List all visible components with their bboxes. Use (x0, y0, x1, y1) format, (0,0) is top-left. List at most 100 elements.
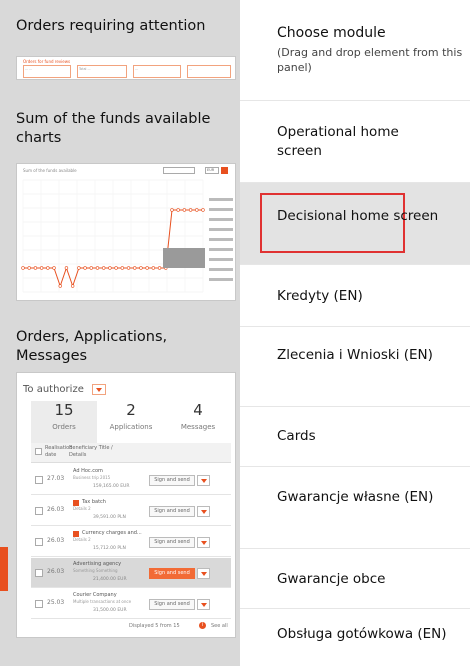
data-point (101, 266, 106, 270)
section-title-orders-attention: Orders requiring attention (16, 18, 206, 34)
thumb-cell: Total ... (77, 65, 127, 78)
module-gwarancje-wlasne[interactable]: Gwarancje własne (EN) (240, 466, 470, 548)
row-title: Tax batch (82, 499, 106, 505)
row-subtitle: Something Something (73, 568, 118, 573)
data-point (120, 266, 125, 270)
row-date: 26.03 (47, 506, 65, 513)
filter-label: To authorize (23, 384, 84, 395)
data-point (114, 266, 118, 270)
data-point (188, 208, 193, 212)
see-all-link: See all (211, 623, 228, 629)
row-subtitle: Details 2 (73, 537, 91, 542)
tab-applications: 2 Applications (98, 401, 164, 443)
thumb-cell: ... (133, 65, 181, 78)
tab-messages: 4 Messages (165, 401, 231, 443)
module-label: Obsługa gotówkowa (EN) (277, 626, 447, 642)
table-row: 27.03 Ad Hoc.com Business trip 2015 159,… (31, 465, 231, 495)
row-amount: 39,591.00 PLN (93, 515, 126, 520)
chevron-down-icon (197, 506, 210, 517)
data-point (77, 266, 81, 270)
data-point (64, 266, 69, 270)
tab-orders: 15 Orders (31, 401, 97, 443)
checkbox (35, 507, 43, 515)
module-label: Gwarancje obce (277, 571, 386, 587)
data-point (133, 266, 137, 270)
sign-and-send-button: Sign and send (149, 537, 195, 548)
row-subtitle: Business trip 2015 (73, 475, 111, 480)
data-point (58, 284, 62, 288)
module-label: Operational home screen (277, 124, 399, 159)
data-point (170, 208, 174, 212)
module-obsluga-gotowkowa[interactable]: Obsługa gotówkowa (EN) (240, 608, 470, 666)
module-decisional-home-screen[interactable]: Decisional home screen (240, 182, 470, 264)
data-point (52, 266, 56, 270)
legend-entry (209, 208, 233, 211)
table-row: 25.03 Courier Company Multiple transacti… (31, 589, 231, 619)
data-point (46, 266, 50, 270)
row-amount: 15,712.00 PLN (93, 546, 126, 551)
chevron-down-icon (197, 568, 210, 579)
legend-entry (209, 278, 233, 281)
module-operational-home-screen[interactable]: Operational home screen (240, 100, 470, 182)
module-cards[interactable]: Cards (240, 406, 470, 466)
legend-entry (209, 268, 233, 271)
checkbox (35, 569, 43, 577)
checkbox (35, 600, 43, 608)
tab-count: 4 (193, 401, 203, 419)
row-amount: 31,500.00 EUR (93, 608, 127, 613)
checkbox (35, 448, 42, 455)
chevron-down-icon (197, 599, 210, 610)
tabs: 15 Orders 2 Applications 4 Messages (31, 401, 231, 443)
legend-entry (209, 218, 233, 221)
info-icon: i (199, 622, 206, 629)
tab-label: Orders (52, 423, 76, 431)
sign-and-send-button: Sign and send (149, 599, 195, 610)
thumb-cell: ... (187, 65, 231, 78)
row-title: Ad Hoc.com (73, 468, 103, 474)
data-point (21, 266, 25, 270)
legend-entry (209, 238, 233, 241)
data-point (27, 266, 31, 270)
table-row-highlighted: 26.03 Advertising agency Something Somet… (31, 558, 231, 588)
module-chooser-subtitle: (Drag and drop element from this panel) (277, 46, 463, 74)
legend-entry (209, 258, 233, 261)
data-point (33, 266, 38, 270)
module-zlecenia-i-wnioski[interactable]: Zlecenia i Wnioski (EN) (240, 326, 470, 406)
module-label: Decisional home screen (277, 208, 439, 224)
legend-entry (209, 228, 233, 231)
thumb-cell: ... ... (23, 65, 71, 78)
header-title: Beneficiary Title / Details (69, 445, 113, 458)
table-row: 26.03 Tax batch Details 2 39,591.00 PLN … (31, 496, 231, 526)
data-point (139, 266, 143, 270)
section-title-funds-charts: Sum of the funds available charts (16, 111, 211, 146)
data-point (195, 208, 199, 212)
tab-label: Messages (180, 423, 216, 431)
funds-chart-thumbnail[interactable]: Sum of the funds available EUR (16, 163, 236, 301)
table-footer: Displayed 5 from 15 i See all (31, 619, 231, 633)
data-point (182, 208, 187, 212)
row-date: 26.03 (47, 537, 65, 544)
module-gwarancje-obce[interactable]: Gwarancje obce (240, 548, 470, 608)
widget-panel: Orders requiring attention Orders for fu… (0, 0, 240, 666)
header-date: Realisation date (45, 445, 73, 458)
orders-apps-messages-thumbnail[interactable]: To authorize 15 Orders 2 Applications 4 … (16, 372, 236, 638)
checkbox (35, 538, 43, 546)
module-chooser-title: Choose module (277, 25, 386, 41)
tab-count: 2 (126, 401, 136, 419)
orders-attention-thumbnail[interactable]: Orders for fund reviews ... ... Total ..… (16, 56, 236, 80)
legend-entry (209, 248, 233, 251)
chevron-down-icon (197, 537, 210, 548)
row-date: 26.03 (47, 568, 65, 575)
module-label: Zlecenia i Wnioski (EN) (277, 347, 433, 363)
row-date: 27.03 (47, 475, 65, 482)
module-kredyty[interactable]: Kredyty (EN) (240, 264, 470, 326)
row-amount: 159,165.00 EUR (93, 484, 130, 489)
section-title-orders-apps-messages: Orders, Applications, Messages (16, 329, 168, 364)
module-chooser: Choose module (Drag and drop element fro… (240, 0, 470, 666)
chevron-down-icon (197, 475, 210, 486)
tab-count: 15 (54, 401, 74, 419)
data-point (145, 266, 149, 270)
data-point (70, 284, 75, 288)
data-point (151, 266, 156, 270)
module-label: Kredyty (EN) (277, 288, 363, 304)
